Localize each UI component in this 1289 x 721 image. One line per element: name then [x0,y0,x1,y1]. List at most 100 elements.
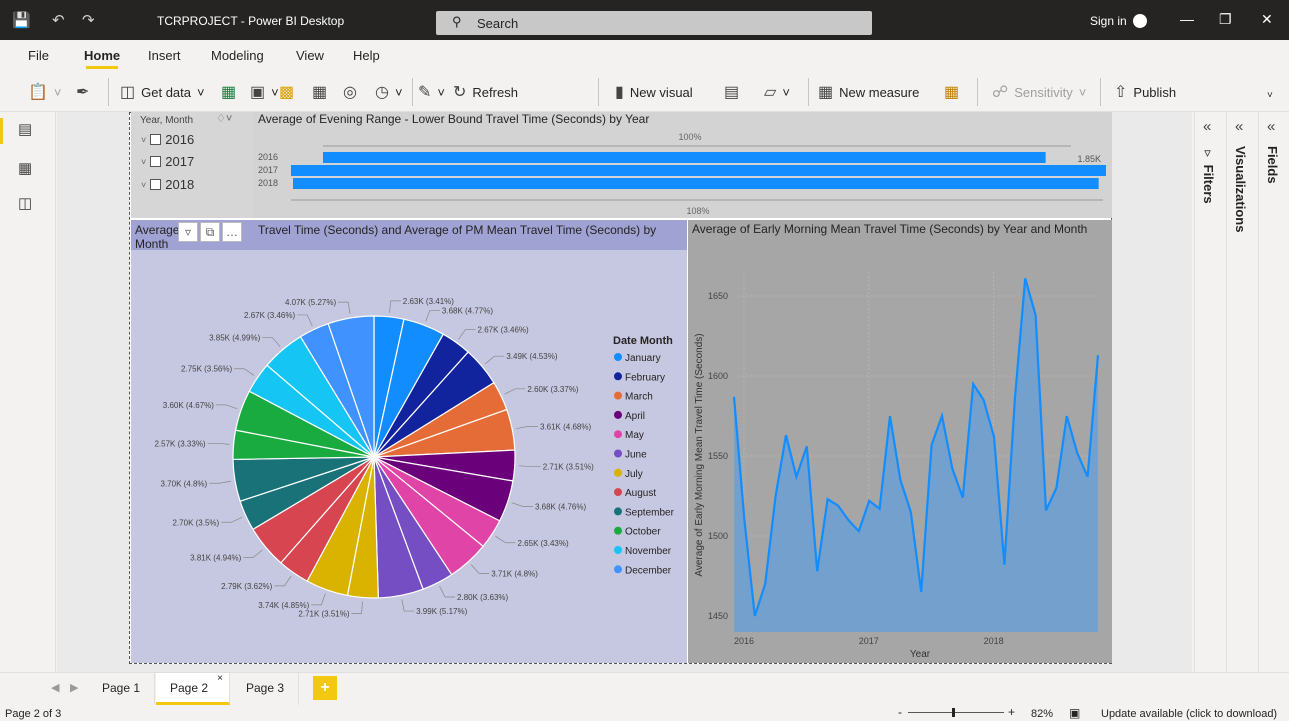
area-chart-visual[interactable]: Average of Early Morning Mean Travel Tim… [688,220,1112,663]
legend-marker [614,391,622,400]
legend-item[interactable]: December [625,565,672,576]
slicer-item[interactable]: ˅ 2016 [141,132,194,147]
collapse-visualizations-icon[interactable]: « [1235,118,1243,135]
visualizations-pane[interactable]: « Visualizations [1226,112,1257,672]
bar[interactable] [323,152,1046,163]
chevron-down-icon[interactable]: ˅ [141,180,146,190]
active-view-indicator [0,118,3,144]
restore-icon[interactable]: ❐ [1219,11,1232,28]
pie-leader-line [207,442,230,445]
paste-button[interactable]: 📋 ˅ [28,82,62,102]
zoom-slider[interactable] [908,712,1004,713]
paste-icon: 📋 [28,84,48,101]
get-data-button[interactable]: ◫ Get data ˅ [120,82,205,102]
transform-data-button[interactable]: ✎ ˅ [418,82,445,102]
slicer-item[interactable]: ˅ 2018 [141,177,194,192]
dataverse-icon: ◎ [343,84,357,101]
chevron-down-icon[interactable]: ˅ [141,157,146,167]
eraser-icon[interactable]: ♢˅ [216,112,232,125]
legend-item[interactable]: September [625,507,675,518]
data-view-icon[interactable]: ▦ [18,159,32,177]
area-chart-svg: Year Average of Early Morning Mean Trave… [694,272,1100,660]
zoom-slider-thumb[interactable] [952,708,955,717]
checkbox[interactable] [150,134,162,145]
save-icon[interactable]: 💾 [12,11,31,29]
ribbon: 📋 ˅ ✒ ◫ Get data ˅ ▦ ▣ ˅ ▩ ▦ ◎ ◷ ˅ ✎ ˅ ↻ Refres… [0,72,1289,112]
model-view-icon[interactable]: ◫ [18,194,32,212]
pie-leader-line [425,309,440,322]
legend-item[interactable]: June [625,450,647,461]
legend-item[interactable]: October [625,527,661,538]
close-tab-icon[interactable]: × [217,664,223,694]
dataset-button[interactable]: ▣ ˅ [250,82,279,102]
fit-to-page-icon[interactable]: ▣ [1069,706,1080,720]
sensitivity-button[interactable]: ☍ Sensitivity ˅ [992,82,1086,102]
menu-file[interactable]: File [28,48,49,63]
new-measure-button[interactable]: ▦ New measure [818,82,919,102]
avatar[interactable] [1133,14,1147,28]
tab-page-2[interactable]: Page 2 × [156,673,230,705]
search-box[interactable]: ⚲ Search [436,11,872,35]
legend-item[interactable]: July [625,469,643,480]
pie-chart-visual[interactable]: Average Travel Time (Seconds) and Averag… [131,220,687,663]
y-axis-title: Average of Early Morning Mean Travel Tim… [694,333,705,576]
legend-item[interactable]: March [625,392,653,403]
dataverse-button[interactable]: ◎ [343,82,357,102]
quick-measure-button[interactable]: ▦ [944,82,959,102]
sign-in-link[interactable]: Sign in [1090,14,1127,28]
sql-icon: ▩ [279,84,295,101]
next-page-icon[interactable]: ▶ [70,681,78,694]
checkbox[interactable] [150,156,162,167]
report-view-icon[interactable]: ▤ [18,120,32,138]
slicer-item[interactable]: ˅ 2017 [141,154,194,169]
collapse-filters-icon[interactable]: « [1203,118,1211,135]
legend-marker [614,507,622,516]
pie-leader-line [243,549,263,558]
text-box-button[interactable]: ▤ [724,82,739,102]
minimize-icon[interactable]: — [1180,11,1194,27]
redo-icon[interactable]: ↷ [82,11,95,29]
more-visuals-button[interactable]: ▱ ˅ [764,82,790,102]
bar[interactable] [291,165,1106,176]
menu-help[interactable]: Help [353,48,380,63]
excel-button[interactable]: ▦ [221,82,236,102]
legend-item[interactable]: April [625,411,645,422]
fields-pane[interactable]: « Fields [1258,112,1289,672]
publish-button[interactable]: ⇧ Publish [1114,82,1176,102]
refresh-button[interactable]: ↻ Refresh [453,82,518,102]
legend-item[interactable]: February [625,372,665,383]
zoom-out-button[interactable]: - [898,705,902,719]
legend-item[interactable]: August [625,488,656,499]
add-page-button[interactable]: + [313,676,337,700]
recent-sources-button[interactable]: ◷ ˅ [375,82,403,102]
checkbox[interactable] [150,179,162,190]
enter-data-button[interactable]: ▦ [312,82,327,102]
chart-icon: ▮ [615,84,624,101]
collapse-ribbon-button[interactable]: ˅ [1267,90,1273,101]
filters-pane[interactable]: « ▿ Filters [1194,112,1225,672]
close-icon[interactable]: ✕ [1261,11,1273,28]
legend-item[interactable]: November [625,546,672,557]
tab-page-1[interactable]: Page 1 [88,673,156,705]
new-visual-button[interactable]: ▮ New visual [615,82,693,102]
update-available-link[interactable]: Update available (click to download) [1101,708,1277,720]
year-month-slicer[interactable]: Year, Month ♢˅ ˅ 2016 ˅ 2017 ˅ 2018 [131,112,253,218]
format-painter-button[interactable]: ✒ [76,82,89,102]
zoom-in-button[interactable]: + [1008,705,1015,719]
right-panes: « ▿ Filters « Visualizations « Fields [1194,112,1289,672]
sql-button[interactable]: ▩ [279,82,294,102]
menu-modeling[interactable]: Modeling [211,48,264,63]
bar-chart-visual[interactable]: Average of Evening Range - Lower Bound T… [253,112,1112,218]
collapse-fields-icon[interactable]: « [1267,118,1275,135]
legend-item[interactable]: January [625,353,661,364]
pie-data-label: 2.71K (3.51%) [543,463,594,472]
chevron-down-icon[interactable]: ˅ [141,135,146,145]
undo-icon[interactable]: ↶ [52,11,65,29]
menu-home[interactable]: Home [84,48,120,63]
prev-page-icon[interactable]: ◀ [51,681,59,694]
menu-insert[interactable]: Insert [148,48,181,63]
legend-item[interactable]: May [625,430,644,441]
menu-view[interactable]: View [296,48,324,63]
tab-page-3[interactable]: Page 3 [232,673,300,705]
bar[interactable] [293,178,1099,189]
